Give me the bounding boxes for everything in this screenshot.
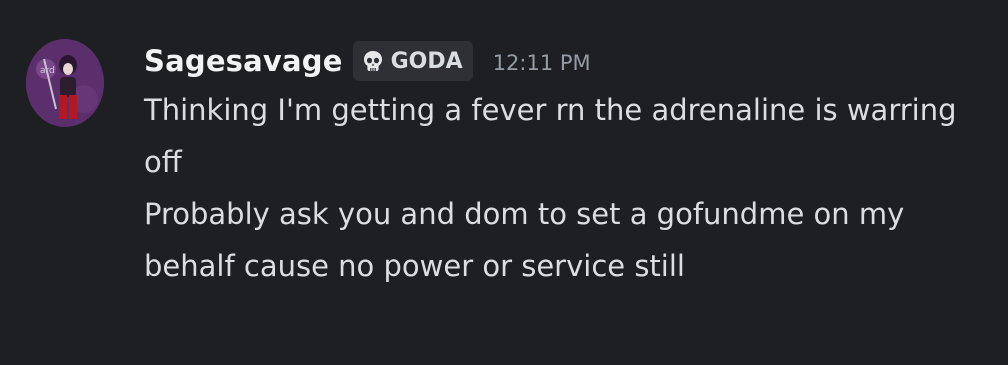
timestamp[interactable]: 12:11 PM: [493, 47, 591, 75]
svg-text:ard: ard: [40, 66, 55, 76]
chat-message-group: ard Sagesavage GODA 12:11 PM Thinking I'…: [0, 0, 1008, 365]
avatar[interactable]: ard: [26, 39, 104, 127]
avatar-image: ard: [26, 39, 104, 127]
message-text: Probably ask you and dom to set a gofund…: [144, 197, 905, 283]
guild-tag-label: GODA: [390, 48, 463, 74]
message-text: Thinking I'm getting a fever rn the adre…: [144, 93, 957, 179]
skull-icon: [361, 49, 385, 73]
guild-tag[interactable]: GODA: [352, 41, 473, 81]
username[interactable]: Sagesavage: [144, 44, 343, 78]
message-header: Sagesavage GODA 12:11 PM: [144, 38, 984, 84]
message-content: Sagesavage GODA 12:11 PM Thinking I'm ge…: [144, 38, 984, 292]
